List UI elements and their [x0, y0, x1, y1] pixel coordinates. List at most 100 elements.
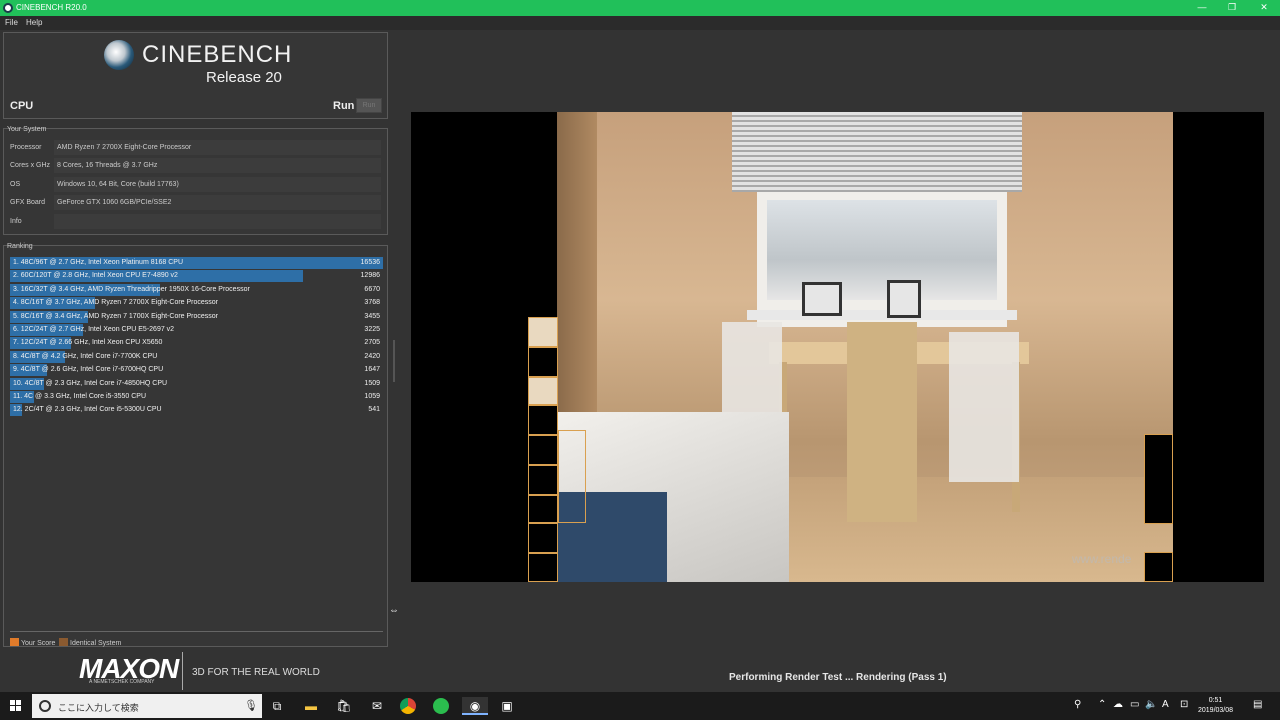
ranking-row[interactable]: 8. 4C/8T @ 4.2 GHz, Intel Core i7-7700K … [10, 350, 383, 363]
render-watermark: www.rende [1072, 552, 1132, 566]
network-icon[interactable]: ▭ [1130, 699, 1139, 710]
notification-icon[interactable]: ▤ [1253, 699, 1262, 710]
render-status: Performing Render Test ... Rendering (Pa… [729, 672, 947, 683]
ranking-score: 2705 [364, 339, 380, 347]
ranking-row[interactable]: 6. 12C/24T @ 2.7 GHz, Intel Xeon CPU E5-… [10, 324, 383, 336]
system-row-cores: Cores x GHz 8 Cores, 16 Threads @ 3.7 GH… [4, 158, 387, 174]
restore-button[interactable]: ❐ [1226, 2, 1238, 13]
scene-blind [732, 112, 1022, 192]
ranking-label: 12. 2C/4T @ 2.3 GHz, Intel Core i5-5300U… [13, 406, 162, 414]
ranking-score: 6670 [364, 285, 380, 293]
ranking-label: 9. 4C/8T @ 2.6 GHz, Intel Core i7-6700HQ… [13, 366, 164, 374]
system-row-value: 8 Cores, 16 Threads @ 3.7 GHz [54, 158, 381, 173]
panel-splitter[interactable] [393, 340, 395, 382]
legend-swatch [59, 638, 68, 646]
left-panel: CINEBENCH Release 20 CPU Run Run Your Sy… [0, 30, 392, 650]
legend-your-score: Your Score [10, 638, 55, 647]
scene-chair [847, 322, 917, 522]
render-bucket [528, 553, 558, 582]
mail-icon[interactable]: ✉ [368, 697, 386, 715]
ime-indicator[interactable]: A [1162, 699, 1169, 710]
chevron-up-icon[interactable]: ⌃ [1098, 699, 1106, 710]
run-label: Run [333, 100, 355, 112]
ranking-label: 10. 4C/8T @ 2.3 GHz, Intel Core i7-4850H… [13, 379, 168, 387]
render-bucket [528, 405, 558, 435]
ranking-score: 16536 [360, 259, 380, 266]
microphone-icon[interactable]: 🎙 [244, 699, 258, 712]
system-row-label: GFX Board [10, 199, 46, 206]
ranking-score: 3768 [364, 299, 380, 307]
menu-help[interactable]: Help [26, 18, 42, 27]
system-row-label: Cores x GHz [10, 162, 51, 169]
render-bucket [528, 495, 558, 523]
render-bucket [528, 347, 558, 377]
search-placeholder: ここに入力して検索 [58, 703, 139, 713]
scene-picture-frame [802, 282, 842, 316]
footer-branding: MAXON A NEMETSCHEK COMPANY 3D FOR THE RE… [0, 650, 400, 692]
menu-file[interactable]: File [5, 18, 18, 27]
maxon-tagline: A NEMETSCHEK COMPANY [89, 679, 155, 685]
system-row-os: OS Windows 10, 64 Bit, Core (build 17763… [4, 177, 387, 193]
ranking-row[interactable]: 1. 48C/96T @ 2.7 GHz, Intel Xeon Platinu… [10, 257, 383, 269]
clock-date: 2019/03/08 [1198, 707, 1234, 714]
search-icon [39, 700, 51, 712]
ranking-score: 3225 [364, 326, 380, 333]
ranking-row[interactable]: 5. 8C/16T @ 3.4 GHz, AMD Ryzen 7 1700X E… [10, 310, 383, 323]
clock-time: 0:51 [1208, 697, 1223, 704]
render-bucket [528, 377, 558, 405]
ranking-label: 2. 60C/120T @ 2.8 GHz, Intel Xeon CPU E7… [13, 272, 178, 280]
cloud-icon[interactable]: ☁ [1113, 699, 1123, 710]
logo-text: CINEBENCH [142, 41, 293, 68]
ranking-row[interactable]: 9. 4C/8T @ 2.6 GHz, Intel Core i7-6700HQ… [10, 364, 383, 377]
task-view-icon[interactable]: ⧉ [268, 697, 286, 715]
ranking-row[interactable]: 7. 12C/24T @ 2.66 GHz, Intel Xeon CPU X5… [10, 337, 383, 350]
ranking-score: 1647 [364, 366, 380, 374]
ranking-score: 3455 [364, 312, 380, 320]
resize-cursor-icon: ⇔ [389, 605, 399, 616]
ranking-row[interactable]: 3. 16C/32T @ 3.4 GHz, AMD Ryzen Threadri… [10, 283, 383, 296]
people-icon[interactable]: ⚲ [1074, 699, 1081, 710]
windows-start-icon[interactable] [10, 700, 22, 712]
cpu-label: CPU [10, 100, 34, 112]
run-button[interactable]: Run [356, 98, 382, 113]
ranking-divider [10, 631, 383, 632]
app-icon[interactable]: ▣ [498, 697, 516, 715]
minimize-button[interactable]: — [1196, 2, 1208, 12]
taskbar-search[interactable]: ここに入力して検索 🎙 [32, 694, 262, 718]
close-button[interactable]: ✕ [1258, 2, 1270, 13]
render-viewport: www.rende [411, 112, 1264, 582]
chrome-icon[interactable] [400, 698, 416, 714]
your-system-title: Your System [7, 126, 47, 133]
legend-swatch [10, 638, 19, 646]
ranking-row[interactable]: 4. 8C/16T @ 3.7 GHz, AMD Ryzen 7 2700X E… [10, 297, 383, 310]
ranking-row[interactable]: 2. 60C/120T @ 2.8 GHz, Intel Xeon CPU E7… [10, 270, 383, 283]
ranking-panel: Ranking 1. 48C/96T @ 2.7 GHz, Intel Xeon… [3, 243, 388, 647]
render-image: www.rende [557, 112, 1173, 582]
ime-mode-icon[interactable]: ⊡ [1180, 699, 1188, 710]
render-bucket [528, 435, 558, 465]
ranking-label: 6. 12C/24T @ 2.7 GHz, Intel Xeon CPU E5-… [13, 326, 175, 333]
ranking-row[interactable]: 10. 4C/8T @ 2.3 GHz, Intel Core i7-4850H… [10, 377, 383, 390]
ranking-label: 8. 4C/8T @ 4.2 GHz, Intel Core i7-7700K … [13, 352, 158, 360]
footer-divider [182, 652, 183, 690]
render-bucket [1144, 552, 1173, 582]
cinebench-taskbar-icon[interactable]: ◉ [462, 697, 488, 715]
cinebench-app-icon [3, 3, 13, 13]
info-field[interactable] [54, 214, 381, 229]
scene-chair [949, 332, 1019, 482]
ranking-row[interactable]: 11. 4C @ 3.3 GHz, Intel Core i5-3550 CPU… [10, 391, 383, 403]
menu-bar: File Help [0, 16, 1280, 30]
title-bar: CINEBENCH R20.0 — ❐ ✕ [0, 0, 1280, 16]
render-bucket [558, 430, 586, 523]
store-icon[interactable]: 🛍 [335, 697, 353, 715]
header-panel: CINEBENCH Release 20 CPU Run Run [3, 32, 388, 119]
clock[interactable]: 0:51 2019/03/08 [1198, 696, 1233, 716]
file-explorer-icon[interactable]: ▬ [302, 697, 320, 715]
window-title: CINEBENCH R20.0 [16, 3, 87, 12]
ranking-row[interactable]: 12. 2C/4T @ 2.3 GHz, Intel Core i5-5300U… [10, 404, 383, 417]
render-bucket [528, 465, 558, 495]
system-row-value: AMD Ryzen 7 2700X Eight-Core Processor [54, 140, 381, 155]
cinebench-logo-icon [104, 40, 134, 70]
volume-icon[interactable]: 🔈 [1145, 699, 1157, 710]
green-app-icon[interactable] [433, 698, 449, 714]
